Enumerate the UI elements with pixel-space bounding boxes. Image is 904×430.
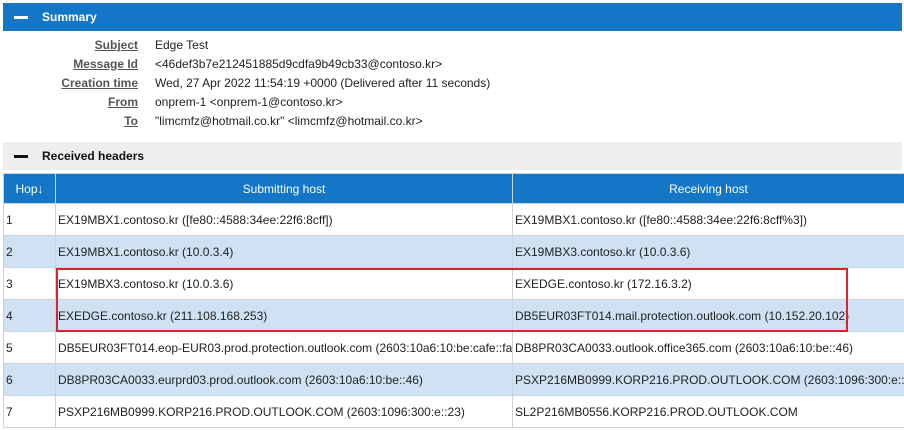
collapse-icon[interactable] <box>14 15 28 19</box>
submitting-host-cell: EX19MBX3.contoso.kr (10.0.3.6) <box>55 267 513 300</box>
hop-cell: 1 <box>3 203 56 236</box>
table-row: 2 EX19MBX1.contoso.kr (10.0.3.4) EX19MBX… <box>3 235 904 268</box>
summary-title: Summary <box>42 10 97 24</box>
summary-row-creation-time: Creation time Wed, 27 Apr 2022 11:54:19 … <box>0 73 600 92</box>
submitting-host-column-header[interactable]: Submitting host <box>55 173 513 204</box>
table-row: 4 EXEDGE.contoso.kr (211.108.168.253) DB… <box>3 299 904 332</box>
table-row: 1 EX19MBX1.contoso.kr ([fe80::4588:34ee:… <box>3 203 904 236</box>
summary-row-to: To "limcmfz@hotmail.co.kr" <limcmfz@hotm… <box>0 111 600 130</box>
table-row: 6 DB8PR03CA0033.eurprd03.prod.outlook.co… <box>3 363 904 396</box>
message-id-label[interactable]: Message Id <box>0 57 155 71</box>
receiving-host-cell: EX19MBX3.contoso.kr (10.0.3.6) <box>512 235 904 268</box>
from-label[interactable]: From <box>0 95 155 109</box>
receiving-host-cell: PSXP216MB0999.KORP216.PROD.OUTLOOK.COM (… <box>512 363 904 396</box>
subject-label[interactable]: Subject <box>0 38 155 52</box>
receiving-host-cell: DB8PR03CA0033.outlook.office365.com (260… <box>512 331 904 364</box>
to-value: "limcmfz@hotmail.co.kr" <limcmfz@hotmail… <box>155 113 423 128</box>
summary-row-message-id: Message Id <46def3b7e212451885d9cdfa9b49… <box>0 54 600 73</box>
submitting-host-cell: EXEDGE.contoso.kr (211.108.168.253) <box>55 299 513 332</box>
submitting-host-cell: EX19MBX1.contoso.kr (10.0.3.4) <box>55 235 513 268</box>
receiving-host-cell: EXEDGE.contoso.kr (172.16.3.2) <box>512 267 904 300</box>
table-row: 3 EX19MBX3.contoso.kr (10.0.3.6) EXEDGE.… <box>3 267 904 300</box>
received-headers-section-header[interactable]: Received headers <box>3 142 902 170</box>
collapse-icon[interactable] <box>14 154 28 158</box>
hop-column-header[interactable]: Hop↓ <box>3 173 56 204</box>
submitting-host-cell: PSXP216MB0999.KORP216.PROD.OUTLOOK.COM (… <box>55 395 513 428</box>
hop-cell: 7 <box>3 395 56 428</box>
hop-cell: 3 <box>3 267 56 300</box>
received-headers-table: Hop↓ Submitting host Receiving host 1 EX… <box>3 173 904 428</box>
receiving-host-cell: DB5EUR03FT014.mail.protection.outlook.co… <box>512 299 904 332</box>
creation-time-label[interactable]: Creation time <box>0 76 155 90</box>
table-row: 7 PSXP216MB0999.KORP216.PROD.OUTLOOK.COM… <box>3 395 904 428</box>
table-row: 5 DB5EUR03FT014.eop-EUR03.prod.protectio… <box>3 331 904 364</box>
message-id-value: <46def3b7e212451885d9cdfa9b49cb33@contos… <box>155 56 443 71</box>
from-value: onprem-1 <onprem-1@contoso.kr> <box>155 94 343 109</box>
submitting-host-cell: DB8PR03CA0033.eurprd03.prod.outlook.com … <box>55 363 513 396</box>
receiving-host-cell: SL2P216MB0556.KORP216.PROD.OUTLOOK.COM <box>512 395 904 428</box>
hop-cell: 4 <box>3 299 56 332</box>
summary-panel: Subject Edge Test Message Id <46def3b7e2… <box>0 35 600 130</box>
summary-row-subject: Subject Edge Test <box>0 35 600 54</box>
received-headers-title: Received headers <box>42 149 145 163</box>
summary-row-from: From onprem-1 <onprem-1@contoso.kr> <box>0 92 600 111</box>
receiving-host-cell: EX19MBX1.contoso.kr ([fe80::4588:34ee:22… <box>512 203 904 236</box>
creation-time-value: Wed, 27 Apr 2022 11:54:19 +0000 (Deliver… <box>155 75 491 90</box>
hop-cell: 5 <box>3 331 56 364</box>
hop-cell: 6 <box>3 363 56 396</box>
receiving-host-column-header[interactable]: Receiving host <box>512 173 904 204</box>
submitting-host-cell: DB5EUR03FT014.eop-EUR03.prod.protection.… <box>55 331 513 364</box>
hop-cell: 2 <box>3 235 56 268</box>
to-label[interactable]: To <box>0 114 155 128</box>
subject-value: Edge Test <box>155 37 209 52</box>
summary-section-header[interactable]: Summary <box>3 3 902 31</box>
table-header-row: Hop↓ Submitting host Receiving host <box>3 173 904 204</box>
submitting-host-cell: EX19MBX1.contoso.kr ([fe80::4588:34ee:22… <box>55 203 513 236</box>
